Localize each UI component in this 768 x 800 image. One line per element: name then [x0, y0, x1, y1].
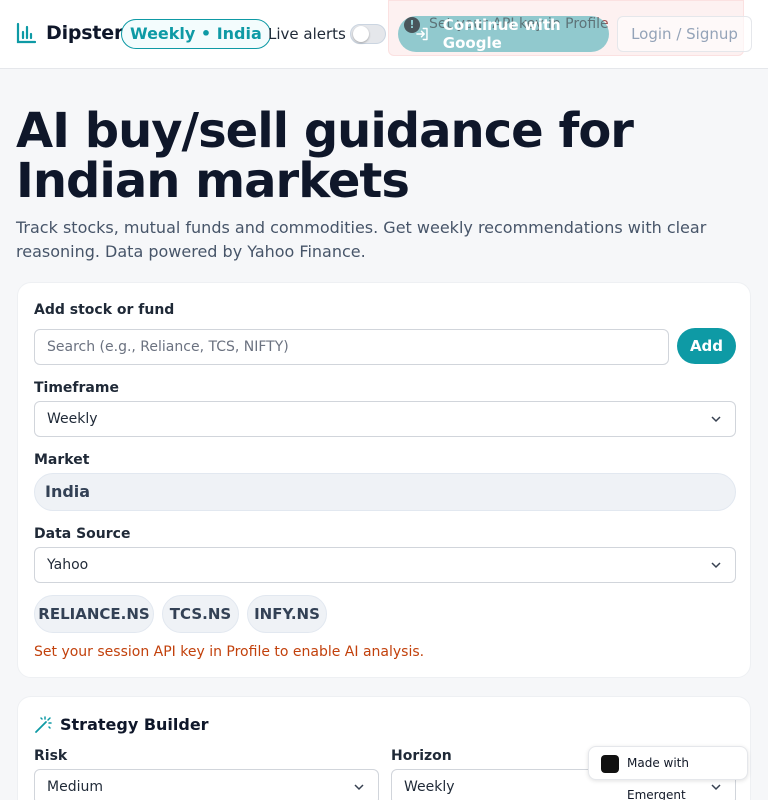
google-button-label: Continue with Google [442, 16, 561, 52]
risk-value: Medium [47, 779, 103, 795]
made-with-emergent-badge[interactable]: Made with Emergent [588, 746, 748, 800]
chevron-down-icon [354, 784, 364, 791]
timeframe-select[interactable]: Weekly [34, 401, 736, 437]
toggle-knob [353, 26, 369, 42]
emergent-badge-text: Made with Emergent [627, 756, 689, 800]
horizon-value: Weekly [404, 779, 455, 795]
live-alerts-label: Live alerts [268, 25, 346, 43]
market-value: India [34, 473, 736, 511]
timeframe-label: Timeframe [34, 380, 119, 396]
page-subtitle: Track stocks, mutual funds and commoditi… [16, 218, 707, 261]
brand[interactable]: Dipster [16, 22, 123, 44]
add-button[interactable]: Add [677, 328, 736, 364]
timeframe-value: Weekly [47, 411, 98, 427]
risk-select[interactable]: Medium [34, 769, 379, 800]
magic-wand-icon [35, 716, 52, 733]
horizon-label: Horizon [391, 748, 452, 764]
api-key-warning: Set your session API key in Profile to e… [34, 644, 425, 660]
watchlist-card: Add stock or fund Add Timeframe Weekly M… [17, 282, 751, 678]
ticker-chip[interactable]: TCS.NS [162, 595, 239, 633]
login-signup-button[interactable]: Login / Signup [617, 16, 752, 52]
risk-label: Risk [34, 748, 68, 764]
data-source-select[interactable]: Yahoo [34, 547, 736, 583]
login-icon [416, 27, 428, 41]
top-header: Dipster Weekly • India Live alerts ! Set… [0, 0, 768, 69]
ticker-chip[interactable]: RELIANCE.NS [34, 595, 154, 633]
chevron-down-icon [711, 784, 721, 791]
search-input[interactable] [34, 329, 669, 365]
add-stock-label: Add stock or fund [34, 302, 175, 318]
data-source-value: Yahoo [47, 557, 89, 573]
bar-chart-icon [16, 22, 36, 44]
continue-with-google-button[interactable]: Continue with Google [398, 16, 609, 52]
page-title: AI buy/sell guidance for Indian markets [16, 103, 634, 209]
brand-name: Dipster [46, 22, 124, 44]
emergent-logo-icon [601, 755, 619, 773]
live-alerts-toggle[interactable] [350, 24, 386, 44]
chevron-down-icon [711, 562, 721, 569]
ticker-chip[interactable]: INFY.NS [247, 595, 327, 633]
market-label: Market [34, 452, 90, 468]
chevron-down-icon [711, 416, 721, 423]
data-source-label: Data Source [34, 526, 131, 542]
strategy-builder-title: Strategy Builder [60, 715, 209, 734]
timeframe-market-badge: Weekly • India [121, 19, 271, 49]
